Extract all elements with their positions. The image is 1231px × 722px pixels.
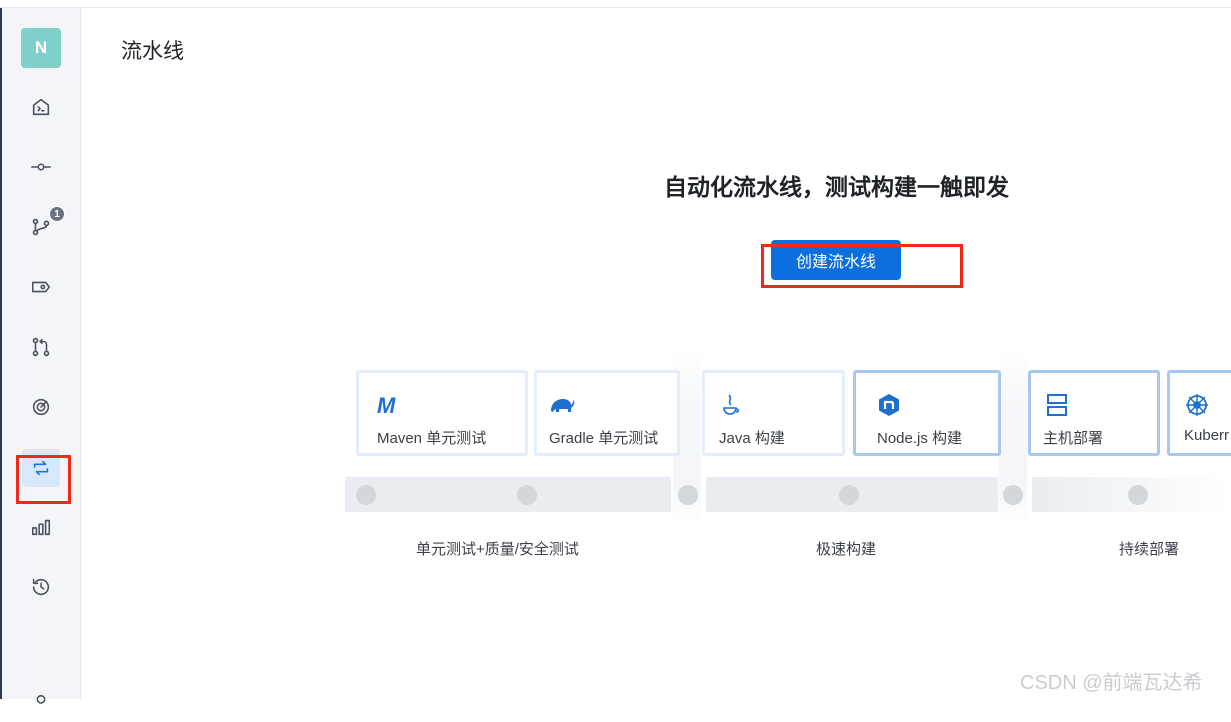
card-java: Java 构建 — [702, 370, 845, 456]
svg-text:M: M — [377, 393, 396, 417]
tag-icon[interactable] — [22, 268, 60, 306]
create-button-highlight-box — [761, 244, 963, 288]
card-gradle: Gradle 单元测试 — [534, 370, 680, 456]
card-label: Java 构建 — [719, 430, 785, 447]
card-kubernetes: Kuberr — [1167, 370, 1231, 456]
home-icon[interactable] — [22, 88, 60, 126]
sidebar: N 1 — [0, 8, 81, 704]
kubernetes-icon — [1186, 394, 1208, 416]
stage-dot — [1003, 485, 1023, 505]
card-nodejs: Node.js 构建 — [853, 370, 1001, 456]
stage-track — [345, 477, 671, 512]
card-label: Maven 单元测试 — [377, 430, 487, 447]
pipeline-highlight-box — [16, 455, 71, 504]
stage-dot — [1128, 485, 1148, 505]
top-border — [0, 0, 1231, 8]
card-maven: M Maven 单元测试 — [356, 370, 528, 456]
sidebar-edge — [0, 8, 2, 699]
stage-dot — [517, 485, 537, 505]
server-icon — [1047, 394, 1067, 416]
user-icon[interactable] — [22, 684, 60, 722]
java-icon — [723, 394, 740, 415]
pipeline-stages-illustration: M Maven 单元测试 Gradle 单元测试 Java 构建 Node.js… — [340, 348, 1231, 558]
stats-icon[interactable] — [22, 508, 60, 546]
maven-icon: M — [377, 393, 396, 417]
card-label: Node.js 构建 — [877, 430, 963, 447]
project-avatar[interactable]: N — [21, 28, 61, 68]
stage-dot — [839, 485, 859, 505]
branch-badge: 1 — [49, 206, 65, 222]
merge-request-icon[interactable] — [22, 328, 60, 366]
code-scan-icon[interactable] — [22, 388, 60, 426]
history-icon[interactable] — [22, 568, 60, 606]
watermark: CSDN @前端瓦达希 — [1020, 672, 1203, 694]
empty-state-headline: 自动化流水线，测试构建一触即发 — [664, 174, 1009, 200]
card-label: Gradle 单元测试 — [549, 430, 659, 447]
stage-label-deploy: 持续部署 — [1119, 541, 1180, 558]
stage-dot — [356, 485, 376, 505]
card-label: Kuberr — [1184, 427, 1230, 444]
stage-label-test: 单元测试+质量/安全测试 — [416, 541, 579, 558]
gradle-icon — [551, 399, 575, 412]
stage-dot — [678, 485, 698, 505]
nodejs-icon — [879, 394, 899, 416]
commit-icon[interactable] — [22, 148, 60, 186]
card-server: 主机部署 — [1028, 370, 1160, 456]
page-title: 流水线 — [121, 40, 184, 63]
stage-label-build: 极速构建 — [816, 541, 877, 558]
card-label: 主机部署 — [1043, 430, 1104, 447]
